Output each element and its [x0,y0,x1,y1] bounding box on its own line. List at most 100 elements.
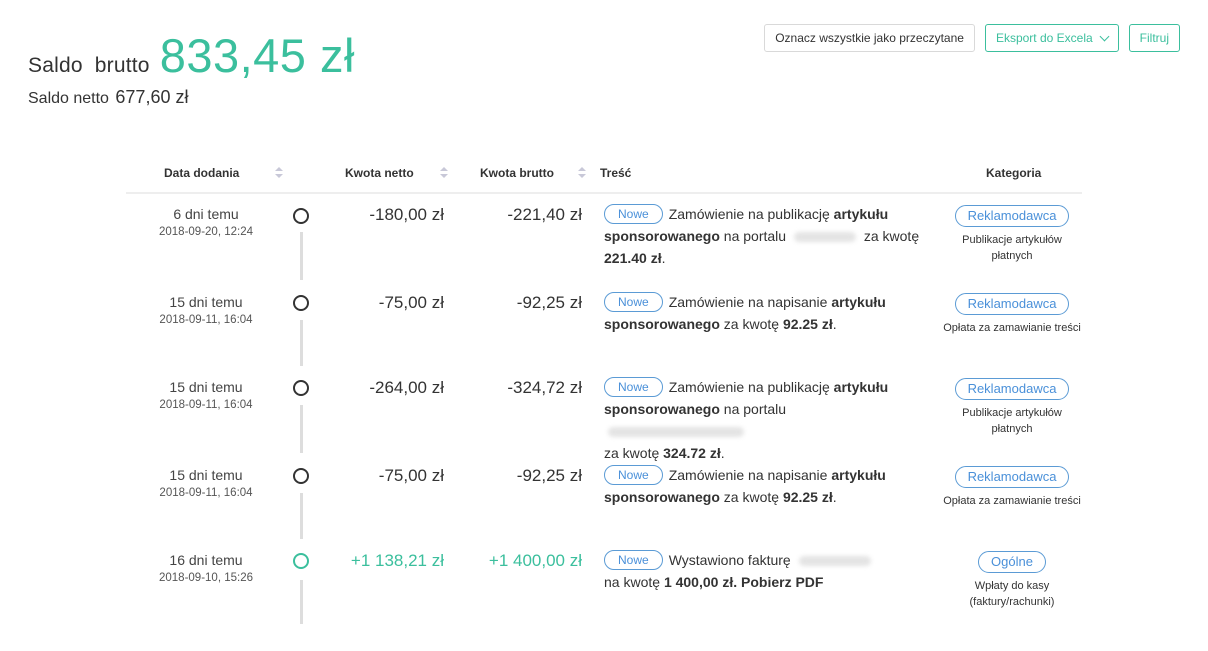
redacted-portal [793,232,856,243]
table-row[interactable]: 15 dni temu 2018-09-11, 16:04 -264,00 zł… [126,377,1082,461]
category-cell: Ogólne Wpłaty do kasy (faktury/rachunki) [942,551,1082,610]
sort-net-icon[interactable] [440,166,448,180]
relative-date: 15 dni temu [169,467,243,483]
category-cell: Reklamodawca Publikacje artykułów płatny… [942,378,1082,437]
sort-gross-icon[interactable] [578,166,586,180]
mark-all-read-button[interactable]: Oznacz wszystkie jako przeczytane [764,24,975,52]
content-bold: 221.40 zł [604,250,662,266]
table-row[interactable]: 6 dni temu 2018-09-20, 12:24 -180,00 zł … [126,203,1082,286]
header-net[interactable]: Kwota netto [345,166,414,180]
content-bold: 1 400,00 zł [663,574,734,590]
content-text: na portalu [719,228,790,244]
content-text: . [720,445,725,461]
category-description: Opłata za zamawianie treści [943,322,1081,334]
absolute-date: 2018-09-20, 12:24 [159,226,253,238]
new-badge: Nowe [604,204,663,224]
table-header: Data dodania Kwota netto Kwota brutto Tr… [126,160,1082,194]
mark-all-read-label: Oznacz wszystkie jako przeczytane [775,31,964,45]
balance-summary: Saldo brutto 833,45 zł Saldo netto 677,6… [28,28,355,108]
download-pdf-link[interactable]: Pobierz PDF [741,574,823,590]
content-text: za kwotę [859,228,920,244]
new-badge: Nowe [604,377,663,397]
category-badge[interactable]: Reklamodawca [954,378,1070,400]
category-description: Publikacje artykułów płatnych [962,234,1062,262]
row-content: Nowe Zamówienie na napisanie artykułu spo… [604,291,922,335]
gross-amount: -324,72 zł [507,378,582,397]
filter-label: Filtruj [1139,31,1169,45]
category-badge[interactable]: Reklamodawca [954,293,1070,315]
content-text: na portalu [719,401,787,417]
category-badge[interactable]: Ogólne [978,551,1046,573]
category-cell: Reklamodawca Opłata za zamawianie treści [942,293,1082,336]
export-excel-label: Eksport do Excela [995,31,1093,45]
relative-date: 16 dni temu [169,552,243,568]
absolute-date: 2018-09-10, 15:26 [159,572,253,584]
row-content: Nowe Zamówienie na napisanie artykułu spo… [604,464,922,508]
net-balance-label: Saldo netto [28,90,109,107]
net-amount: -75,00 zł [378,466,444,485]
absolute-date: 2018-09-11, 16:04 [159,399,253,411]
category-description: Wpłaty do kasy (faktury/rachunki) [969,580,1055,608]
relative-date: 6 dni temu [173,206,239,222]
content-text: . [832,489,837,505]
content-text: za kwotę [719,489,783,505]
new-badge: Nowe [604,550,663,570]
content-text: Wystawiono fakturę [668,552,795,568]
net-amount: -264,00 zł [369,378,444,397]
content-text: . [832,316,837,332]
timeline-line [300,580,303,624]
category-badge[interactable]: Reklamodawca [954,205,1070,227]
category-cell: Reklamodawca Opłata za zamawianie treści [942,466,1082,509]
sort-date-icon[interactable] [275,166,283,180]
category-description: Publikacje artykułów płatnych [962,407,1062,435]
row-content: Nowe Zamówienie na publikację artykułu sp… [604,203,922,269]
new-badge: Nowe [604,465,663,485]
table-row[interactable]: 15 dni temu 2018-09-11, 16:04 -75,00 zł … [126,464,1082,547]
filter-button[interactable]: Filtruj [1128,24,1180,52]
content-text: na kwotę [604,574,664,590]
content-text: za kwotę [719,316,783,332]
category-cell: Reklamodawca Publikacje artykułów płatny… [942,205,1082,264]
content-text: Zamówienie na napisanie [668,294,832,310]
header-gross[interactable]: Kwota brutto [480,166,554,180]
content-bold: 92.25 zł [782,489,833,505]
content-bold: 92.25 zł [782,316,833,332]
content-text: . [733,574,741,590]
gross-amount: -92,25 zł [516,293,582,312]
new-badge: Nowe [604,292,663,312]
content-text: Zamówienie na publikację [668,379,834,395]
net-amount: -180,00 zł [369,205,444,224]
row-content: Nowe Wystawiono fakturę na kwotę 1 400,00… [604,549,922,593]
header-category: Kategoria [986,166,1042,180]
redacted-invoice-number [798,556,871,567]
content-bold: 324.72 zł [663,445,721,461]
content-text: za kwotę [604,445,664,461]
content-text: . [661,250,666,266]
gross-amount: -92,25 zł [516,466,582,485]
timeline-line [300,405,303,453]
timeline-line [300,493,303,539]
category-badge[interactable]: Reklamodawca [954,466,1070,488]
table-row[interactable]: 16 dni temu 2018-09-10, 15:26 +1 138,21 … [126,549,1082,632]
net-balance: Saldo netto 677,60 zł [28,87,355,108]
table-row[interactable]: 15 dni temu 2018-09-11, 16:04 -75,00 zł … [126,291,1082,374]
header-date[interactable]: Data dodania [164,166,239,180]
gross-amount: +1 400,00 zł [488,551,582,570]
redacted-portal [608,427,744,438]
relative-date: 15 dni temu [169,379,243,395]
header-content: Treść [600,166,632,180]
timeline-line [300,232,303,280]
absolute-date: 2018-09-11, 16:04 [159,487,253,499]
net-amount: -75,00 zł [378,293,444,312]
toolbar: Oznacz wszystkie jako przeczytane Ekspor… [764,24,1180,52]
category-description: Opłata za zamawianie treści [943,495,1081,507]
content-text: Zamówienie na publikację [668,206,834,222]
relative-date: 15 dni temu [169,294,243,310]
gross-balance: Saldo brutto 833,45 zł [28,28,355,83]
net-balance-value: 677,60 zł [115,87,189,107]
chevron-down-icon [1099,31,1110,41]
content-text: Zamówienie na napisanie [668,467,832,483]
export-excel-button[interactable]: Eksport do Excela [984,24,1119,52]
gross-amount: -221,40 zł [507,205,582,224]
row-content: Nowe Zamówienie na publikację artykułu sp… [604,376,922,464]
